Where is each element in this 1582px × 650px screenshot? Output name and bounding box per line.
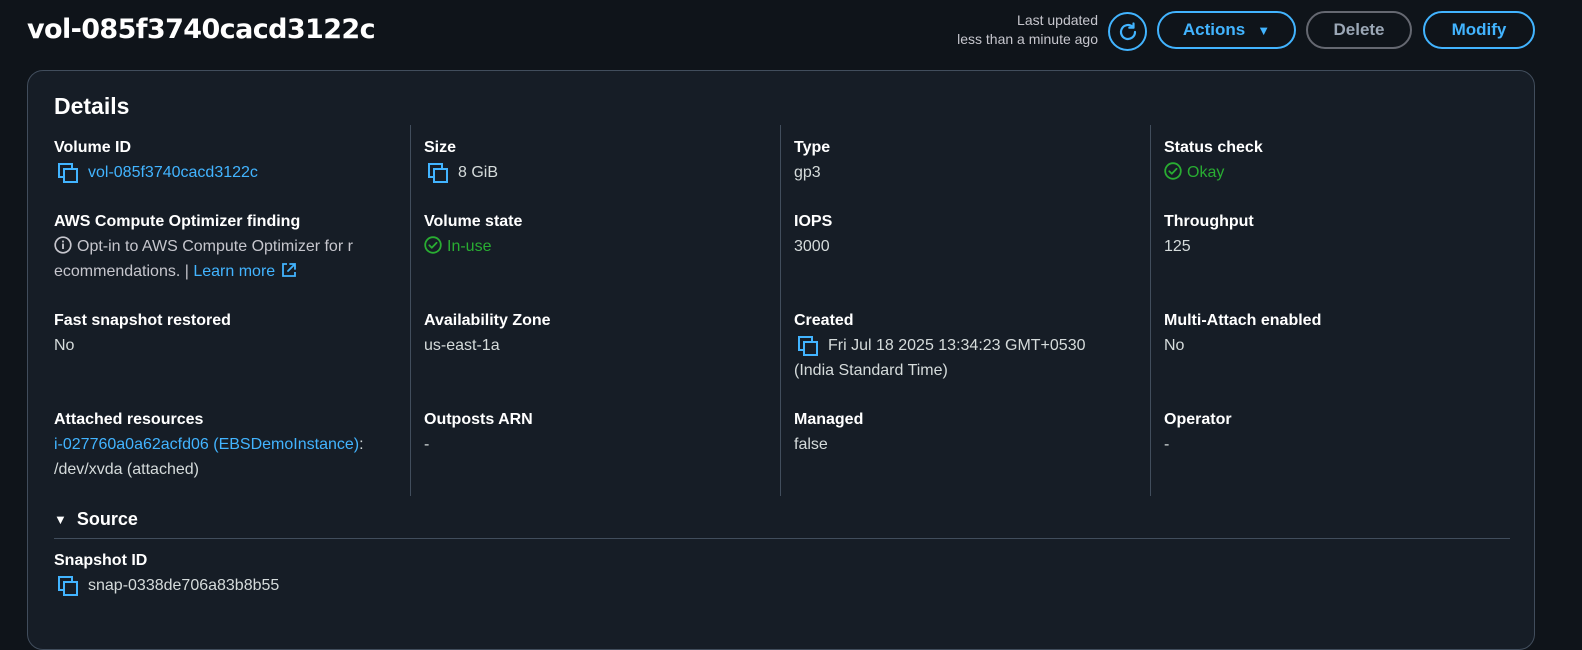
caret-down-icon: ▼ (1257, 22, 1271, 38)
page-title: vol-085f3740cacd3122c (27, 14, 376, 45)
size-value: 8 GiB (458, 164, 499, 181)
status-positive-icon (1164, 162, 1182, 180)
volume-state-label: Volume state (424, 213, 523, 230)
info-icon (54, 236, 72, 254)
last-updated-label: Last updated (1017, 12, 1098, 28)
source-section-toggle[interactable]: ▼ Source (54, 509, 138, 530)
operator-label: Operator (1164, 411, 1232, 428)
iops-value: 3000 (794, 238, 830, 255)
throughput-value: 125 (1164, 238, 1191, 255)
snapshot-id-field: Snapshot ID snap-0338de706a83b8b55 (54, 550, 399, 598)
page-header: vol-085f3740cacd3122c Last updated less … (0, 0, 1582, 64)
type-field: Type gp3 (794, 137, 1139, 185)
fast-snapshot-value: No (54, 337, 75, 354)
snapshot-id-label: Snapshot ID (54, 552, 148, 569)
availability-zone-value: us-east-1a (424, 337, 500, 354)
created-value-line1: Fri Jul 18 2025 13:34:23 GMT+0530 (828, 337, 1086, 354)
learn-more-link[interactable]: Learn more (193, 263, 298, 280)
column-divider (1150, 125, 1151, 496)
attached-instance-link[interactable]: i-027760a0a62acfd06 (EBSDemoInstance) (54, 436, 359, 453)
last-updated: Last updated less than a minute ago (957, 11, 1098, 49)
managed-label: Managed (794, 411, 864, 428)
attached-resources-label: Attached resources (54, 411, 204, 428)
outposts-arn-field: Outposts ARN - (424, 409, 769, 457)
optimizer-text-line2: ecommendations. | (54, 263, 189, 280)
throughput-label: Throughput (1164, 213, 1254, 230)
actions-button-label: Actions (1182, 20, 1246, 39)
size-label: Size (424, 139, 457, 156)
managed-value: false (794, 436, 828, 453)
copy-icon[interactable] (427, 162, 449, 184)
modify-button-label: Modify (1451, 20, 1507, 39)
operator-field: Operator - (1164, 409, 1509, 457)
created-field: Created Fri Jul 18 2025 13:34:23 GMT+053… (794, 310, 1139, 383)
multi-attach-label: Multi-Attach enabled (1164, 312, 1322, 329)
iops-label: IOPS (794, 213, 833, 230)
details-panel: Details Volume ID vol-085f3740cacd3122c … (27, 70, 1535, 650)
volume-id-label: Volume ID (54, 139, 132, 156)
outposts-arn-value: - (424, 436, 430, 453)
column-divider (780, 125, 781, 496)
triangle-down-icon: ▼ (54, 512, 67, 527)
actions-button[interactable]: Actions ▼ (1157, 11, 1296, 49)
learn-more-label: Learn more (193, 263, 276, 280)
multi-attach-value: No (1164, 337, 1185, 354)
created-label: Created (794, 312, 854, 329)
optimizer-label: AWS Compute Optimizer finding (54, 213, 301, 230)
details-heading: Details (54, 93, 130, 119)
status-check-field: Status check Okay (1164, 137, 1509, 185)
availability-zone-field: Availability Zone us-east-1a (424, 310, 769, 358)
size-field: Size 8 GiB (424, 137, 769, 185)
copy-icon[interactable] (57, 575, 79, 597)
attached-device: /dev/xvda (attached) (54, 461, 199, 478)
optimizer-text-line1: Opt-in to AWS Compute Optimizer for r (77, 238, 353, 255)
external-link-icon (282, 263, 297, 277)
outposts-arn-label: Outposts ARN (424, 411, 533, 428)
availability-zone-label: Availability Zone (424, 312, 551, 329)
refresh-button[interactable] (1108, 12, 1147, 51)
delete-button[interactable]: Delete (1306, 11, 1412, 49)
type-label: Type (794, 139, 831, 156)
attached-suffix: : (359, 436, 364, 453)
status-check-value: Okay (1187, 164, 1225, 181)
source-heading: Source (76, 509, 138, 529)
attached-resources-field: Attached resources i-027760a0a62acfd06 (… (54, 409, 399, 482)
fast-snapshot-label: Fast snapshot restored (54, 312, 231, 329)
last-updated-value: less than a minute ago (957, 31, 1098, 47)
operator-value: - (1164, 436, 1170, 453)
volume-state-field: Volume state In-use (424, 211, 769, 259)
status-positive-icon (424, 236, 442, 254)
iops-field: IOPS 3000 (794, 211, 1139, 259)
copy-icon[interactable] (797, 335, 819, 357)
volume-id-link[interactable]: vol-085f3740cacd3122c (88, 160, 258, 185)
refresh-icon (1119, 21, 1136, 40)
status-check-label: Status check (1164, 139, 1263, 156)
source-divider (54, 538, 1510, 539)
copy-icon[interactable] (57, 162, 79, 184)
created-value-line2: (India Standard Time) (794, 362, 948, 379)
delete-button-label: Delete (1333, 20, 1385, 39)
column-divider (410, 125, 411, 496)
fast-snapshot-field: Fast snapshot restored No (54, 310, 399, 358)
volume-id-field: Volume ID vol-085f3740cacd3122c (54, 137, 399, 185)
multi-attach-field: Multi-Attach enabled No (1164, 310, 1509, 358)
type-value: gp3 (794, 164, 821, 181)
optimizer-field: AWS Compute Optimizer finding Opt-in to … (54, 211, 399, 284)
throughput-field: Throughput 125 (1164, 211, 1509, 259)
modify-button[interactable]: Modify (1423, 11, 1535, 49)
volume-state-value: In-use (447, 238, 492, 255)
managed-field: Managed false (794, 409, 1139, 457)
snapshot-id-value: snap-0338de706a83b8b55 (88, 577, 280, 594)
